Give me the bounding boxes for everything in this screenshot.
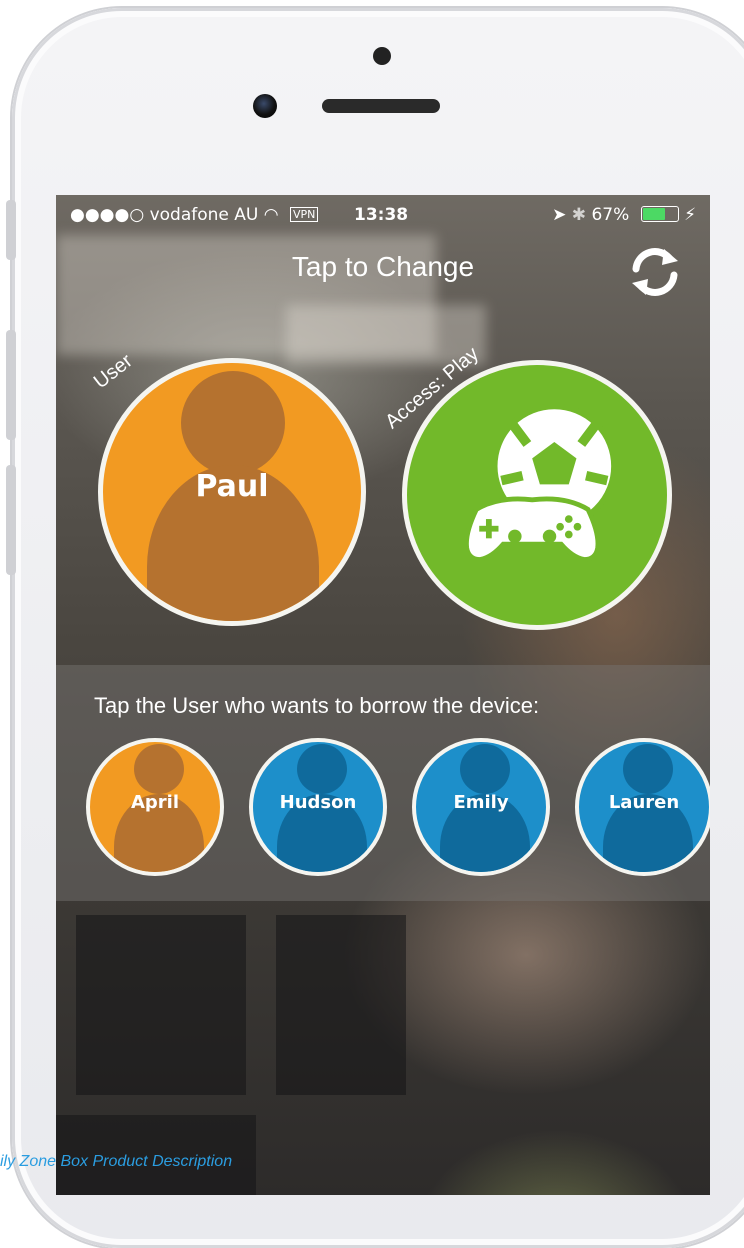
refresh-icon[interactable] [626,243,684,301]
battery-fill [642,208,666,220]
charging-bolt-icon: ⚡ [684,205,696,225]
location-arrow-icon: ➤ [552,205,567,225]
proximity-sensor [373,47,391,65]
avatar-head [134,744,184,794]
status-right: ➤ ✱ 67% ⚡ [552,205,696,225]
game-controller-soccer-ball-icon [464,403,617,562]
page-caption: ily Zone Box Product Description [0,1153,233,1170]
status-bar: ●●●●○ vodafone AU ◠ VPN 13:38 ➤ ✱ 67% ⚡ [56,195,710,235]
user-option-april[interactable]: April [86,738,224,876]
user-option-name: Hudson [279,792,357,813]
front-camera [253,94,277,118]
user-option-name: Emily [453,792,509,813]
access-level-button[interactable] [402,360,672,630]
volume-down-button [6,465,16,575]
current-user-name: Paul [195,469,269,504]
bluetooth-icon: ✱ [571,205,587,225]
borrow-prompt: Tap the User who wants to borrow the dev… [94,693,540,718]
volume-up-button [6,330,16,440]
mute-switch [6,200,16,260]
background-window-pane [76,915,246,1095]
avatar-head [297,744,347,794]
earpiece-speaker [322,99,440,113]
user-label: User [89,349,137,394]
battery-percent: 67% [591,205,630,225]
background-window-pane [276,915,406,1095]
wifi-icon: ◠ [263,205,279,225]
user-option-lauren[interactable]: Lauren [575,738,710,876]
user-option-hudson[interactable]: Hudson [249,738,387,876]
user-option-name: April [130,792,180,813]
app-screen: ●●●●○ vodafone AU ◠ VPN 13:38 ➤ ✱ 67% ⚡ … [56,195,710,1195]
avatar-head [460,744,510,794]
vpn-badge: VPN [290,207,319,222]
status-left: ●●●●○ vodafone AU ◠ VPN [70,205,319,225]
carrier-label: ●●●●○ vodafone AU [70,205,259,225]
avatar-head [623,744,673,794]
battery-icon [640,206,679,222]
avatar-head [181,371,285,475]
user-option-name: Lauren [608,792,680,813]
current-user-avatar[interactable]: Paul [98,358,366,626]
user-option-emily[interactable]: Emily [412,738,550,876]
page-title: Tap to Change [291,251,475,282]
status-time: 13:38 [354,205,409,225]
